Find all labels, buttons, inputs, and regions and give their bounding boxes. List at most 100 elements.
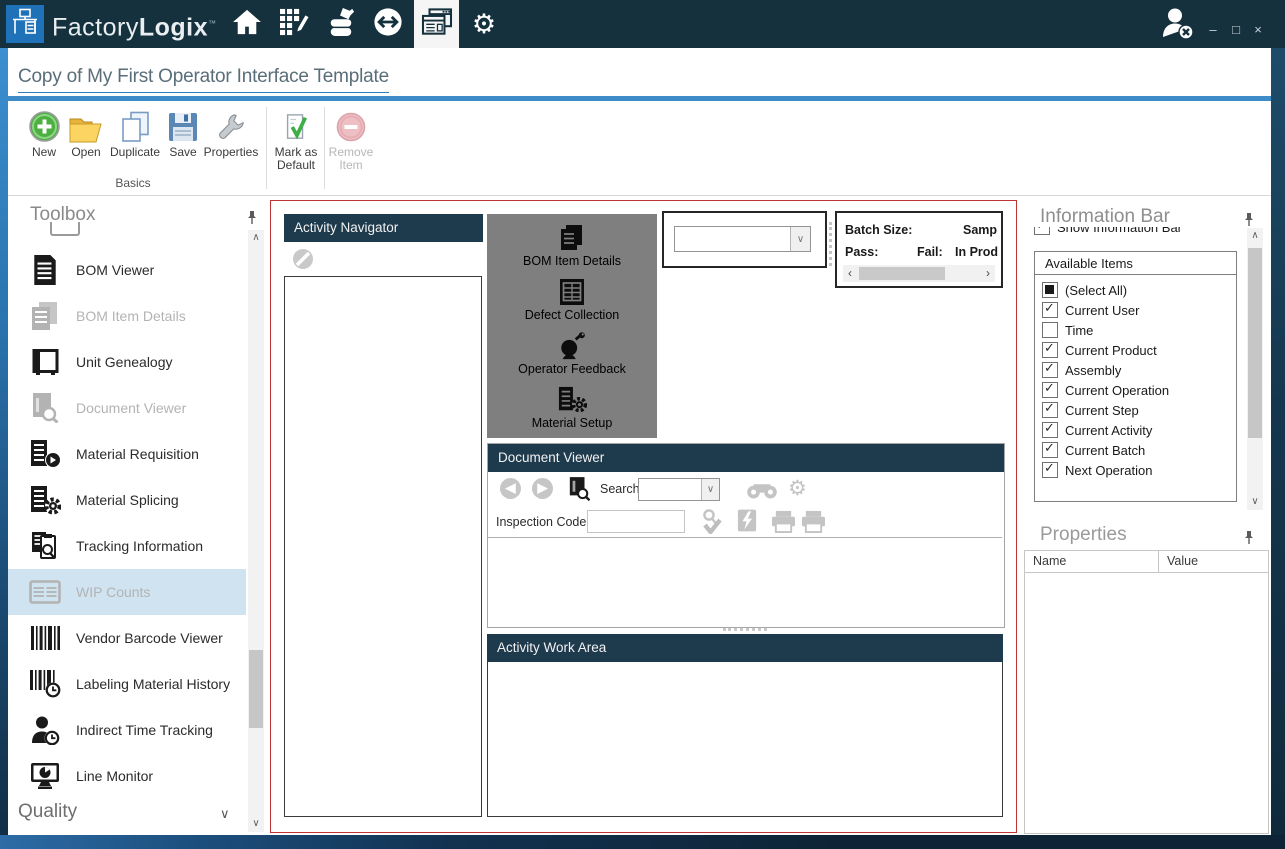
- checkbox-icon: ✓: [1042, 402, 1058, 418]
- nav-settings[interactable]: ⚙: [461, 0, 507, 48]
- toolbox-item-unit-genealogy[interactable]: Unit Genealogy: [8, 339, 246, 385]
- available-items-header: Available Items: [1035, 252, 1236, 275]
- document-search-icon[interactable]: [568, 476, 590, 507]
- checkbox-indeterminate-icon: [1042, 282, 1058, 298]
- nav-operator-interfaces[interactable]: [414, 0, 459, 48]
- toolbox-item-vendor-barcode-viewer[interactable]: Vendor Barcode Viewer: [8, 615, 246, 661]
- ribbon-separator: [324, 107, 325, 189]
- chevron-down-icon[interactable]: ∨: [790, 227, 810, 251]
- toolbox-item-indirect-time-tracking[interactable]: Indirect Time Tracking: [8, 707, 246, 753]
- chevron-down-icon[interactable]: ∨: [701, 479, 719, 500]
- print-icon[interactable]: [771, 510, 796, 538]
- checkbox-icon: ✓: [1034, 227, 1050, 235]
- item-time[interactable]: Time: [1042, 320, 1093, 340]
- toolbox-item-tracking-information[interactable]: Tracking Information: [8, 523, 246, 569]
- verify-check-icon[interactable]: [699, 508, 723, 539]
- item-current-product[interactable]: ✓ Current Product: [1042, 340, 1157, 360]
- checkbox-icon: ✓: [1042, 382, 1058, 398]
- palette-bom-item-details[interactable]: BOM Item Details: [523, 222, 621, 268]
- user-x-icon: [1160, 6, 1196, 45]
- settings-gear-icon[interactable]: ⚙: [788, 476, 807, 501]
- nav-materials[interactable]: [318, 0, 364, 48]
- palette-defect-collection[interactable]: Defect Collection: [525, 276, 620, 322]
- default-check-icon: [270, 109, 322, 143]
- scroll-thumb[interactable]: [859, 267, 945, 280]
- toolbox-item-material-splicing[interactable]: Material Splicing: [8, 477, 246, 523]
- mark-default-button[interactable]: Mark as Default: [270, 109, 322, 172]
- disabled-slash-icon: [292, 248, 314, 275]
- grid-pencil-icon: [279, 8, 309, 41]
- inspection-code-label: Inspection Code: [496, 515, 586, 529]
- item-assembly[interactable]: ✓ Assembly: [1042, 360, 1121, 380]
- document-viewer-panel: Document Viewer ◀ ▶ Search: ∨ ⚙ Inspecti…: [487, 443, 1005, 628]
- nav-production[interactable]: [271, 0, 317, 48]
- scroll-up-icon[interactable]: ∧: [1247, 228, 1263, 244]
- item-current-step[interactable]: ✓ Current Step: [1042, 400, 1139, 420]
- column-value[interactable]: Value: [1167, 551, 1198, 572]
- search-combobox[interactable]: ∨: [638, 478, 720, 501]
- user-logout-button[interactable]: [1158, 6, 1198, 44]
- process-document-icon[interactable]: [737, 508, 757, 538]
- open-button[interactable]: Open: [66, 109, 106, 159]
- template-name-field[interactable]: Copy of My First Operator Interface Temp…: [18, 66, 389, 93]
- toolbox-scrollbar[interactable]: ∧ ∨: [248, 230, 264, 832]
- properties-button[interactable]: Properties: [200, 109, 262, 159]
- item-current-batch[interactable]: ✓ Current Batch: [1042, 440, 1145, 460]
- wip-counts-icon: [28, 576, 62, 608]
- toolbox-item-document-viewer: Document Viewer: [8, 385, 246, 431]
- batch-horizontal-scrollbar[interactable]: ‹ ›: [843, 265, 995, 282]
- inspection-code-input[interactable]: [587, 510, 685, 533]
- fail-label: Fail:: [917, 245, 943, 259]
- item-current-user[interactable]: ✓ Current User: [1042, 300, 1139, 320]
- binoculars-icon[interactable]: [746, 480, 778, 504]
- nav-sync[interactable]: [365, 0, 411, 48]
- available-items-listbox: Available Items (Select All) ✓ Current U…: [1034, 251, 1237, 502]
- toolbox-section-quality[interactable]: Quality: [18, 801, 246, 823]
- widget-combobox[interactable]: ∨: [674, 226, 811, 252]
- titlebar: FactoryLogix™: [0, 0, 1285, 48]
- duplicate-button[interactable]: Duplicate: [106, 109, 164, 159]
- forward-icon[interactable]: ▶: [532, 478, 553, 499]
- nav-home[interactable]: [224, 0, 270, 48]
- minimize-button[interactable]: –: [1203, 20, 1223, 40]
- show-information-bar-row[interactable]: ✓ Show Information Bar: [1034, 227, 1234, 240]
- scroll-left-icon[interactable]: ‹: [843, 265, 857, 282]
- activity-navigator-header: Activity Navigator: [284, 214, 483, 242]
- toolbox-pin-icon[interactable]: [246, 210, 258, 230]
- toolbox-item-bom-viewer[interactable]: BOM Viewer: [8, 247, 246, 293]
- close-button[interactable]: ×: [1248, 20, 1268, 40]
- scroll-down-icon[interactable]: ∨: [1247, 494, 1263, 510]
- infobar-scrollbar[interactable]: ∧ ∨: [1247, 228, 1263, 510]
- desk-icon: [11, 8, 39, 41]
- item-select-all[interactable]: (Select All): [1042, 280, 1127, 300]
- scroll-down-icon[interactable]: ∨: [248, 816, 264, 832]
- column-name[interactable]: Name: [1033, 551, 1066, 572]
- properties-pin-icon[interactable]: [1243, 530, 1255, 550]
- maximize-button[interactable]: □: [1226, 20, 1246, 40]
- scroll-up-icon[interactable]: ∧: [248, 230, 264, 246]
- checkbox-icon: ✓: [1042, 462, 1058, 478]
- new-button[interactable]: New: [24, 109, 64, 159]
- item-next-operation[interactable]: ✓ Next Operation: [1042, 460, 1152, 480]
- back-icon[interactable]: ◀: [500, 478, 521, 499]
- print-icon[interactable]: [801, 510, 826, 538]
- scroll-thumb[interactable]: [1248, 248, 1262, 438]
- new-icon: [24, 109, 64, 143]
- toolbox-item-wip-counts[interactable]: WIP Counts: [8, 569, 246, 615]
- palette-operator-feedback[interactable]: Operator Feedback: [518, 330, 626, 376]
- toolbox-item-labeling-material-history[interactable]: Labeling Material History: [8, 661, 246, 707]
- horizontal-splitter[interactable]: [723, 628, 767, 631]
- checkbox-icon: ✓: [1042, 342, 1058, 358]
- palette-material-setup[interactable]: Material Setup: [532, 384, 613, 430]
- column-divider: [1158, 551, 1159, 573]
- toolbox-item-bom-item-details: BOM Item Details: [8, 293, 246, 339]
- scroll-thumb[interactable]: [249, 650, 263, 728]
- toolbox-item-line-monitor[interactable]: Line Monitor: [8, 753, 246, 799]
- item-current-operation[interactable]: ✓ Current Operation: [1042, 380, 1169, 400]
- item-current-activity[interactable]: ✓ Current Activity: [1042, 420, 1152, 440]
- save-button[interactable]: Save: [164, 109, 202, 159]
- toolbox-item-material-requisition[interactable]: Material Requisition: [8, 431, 246, 477]
- scroll-right-icon[interactable]: ›: [981, 265, 995, 282]
- document-viewer-body: [488, 538, 1002, 625]
- vertical-splitter[interactable]: [829, 222, 832, 266]
